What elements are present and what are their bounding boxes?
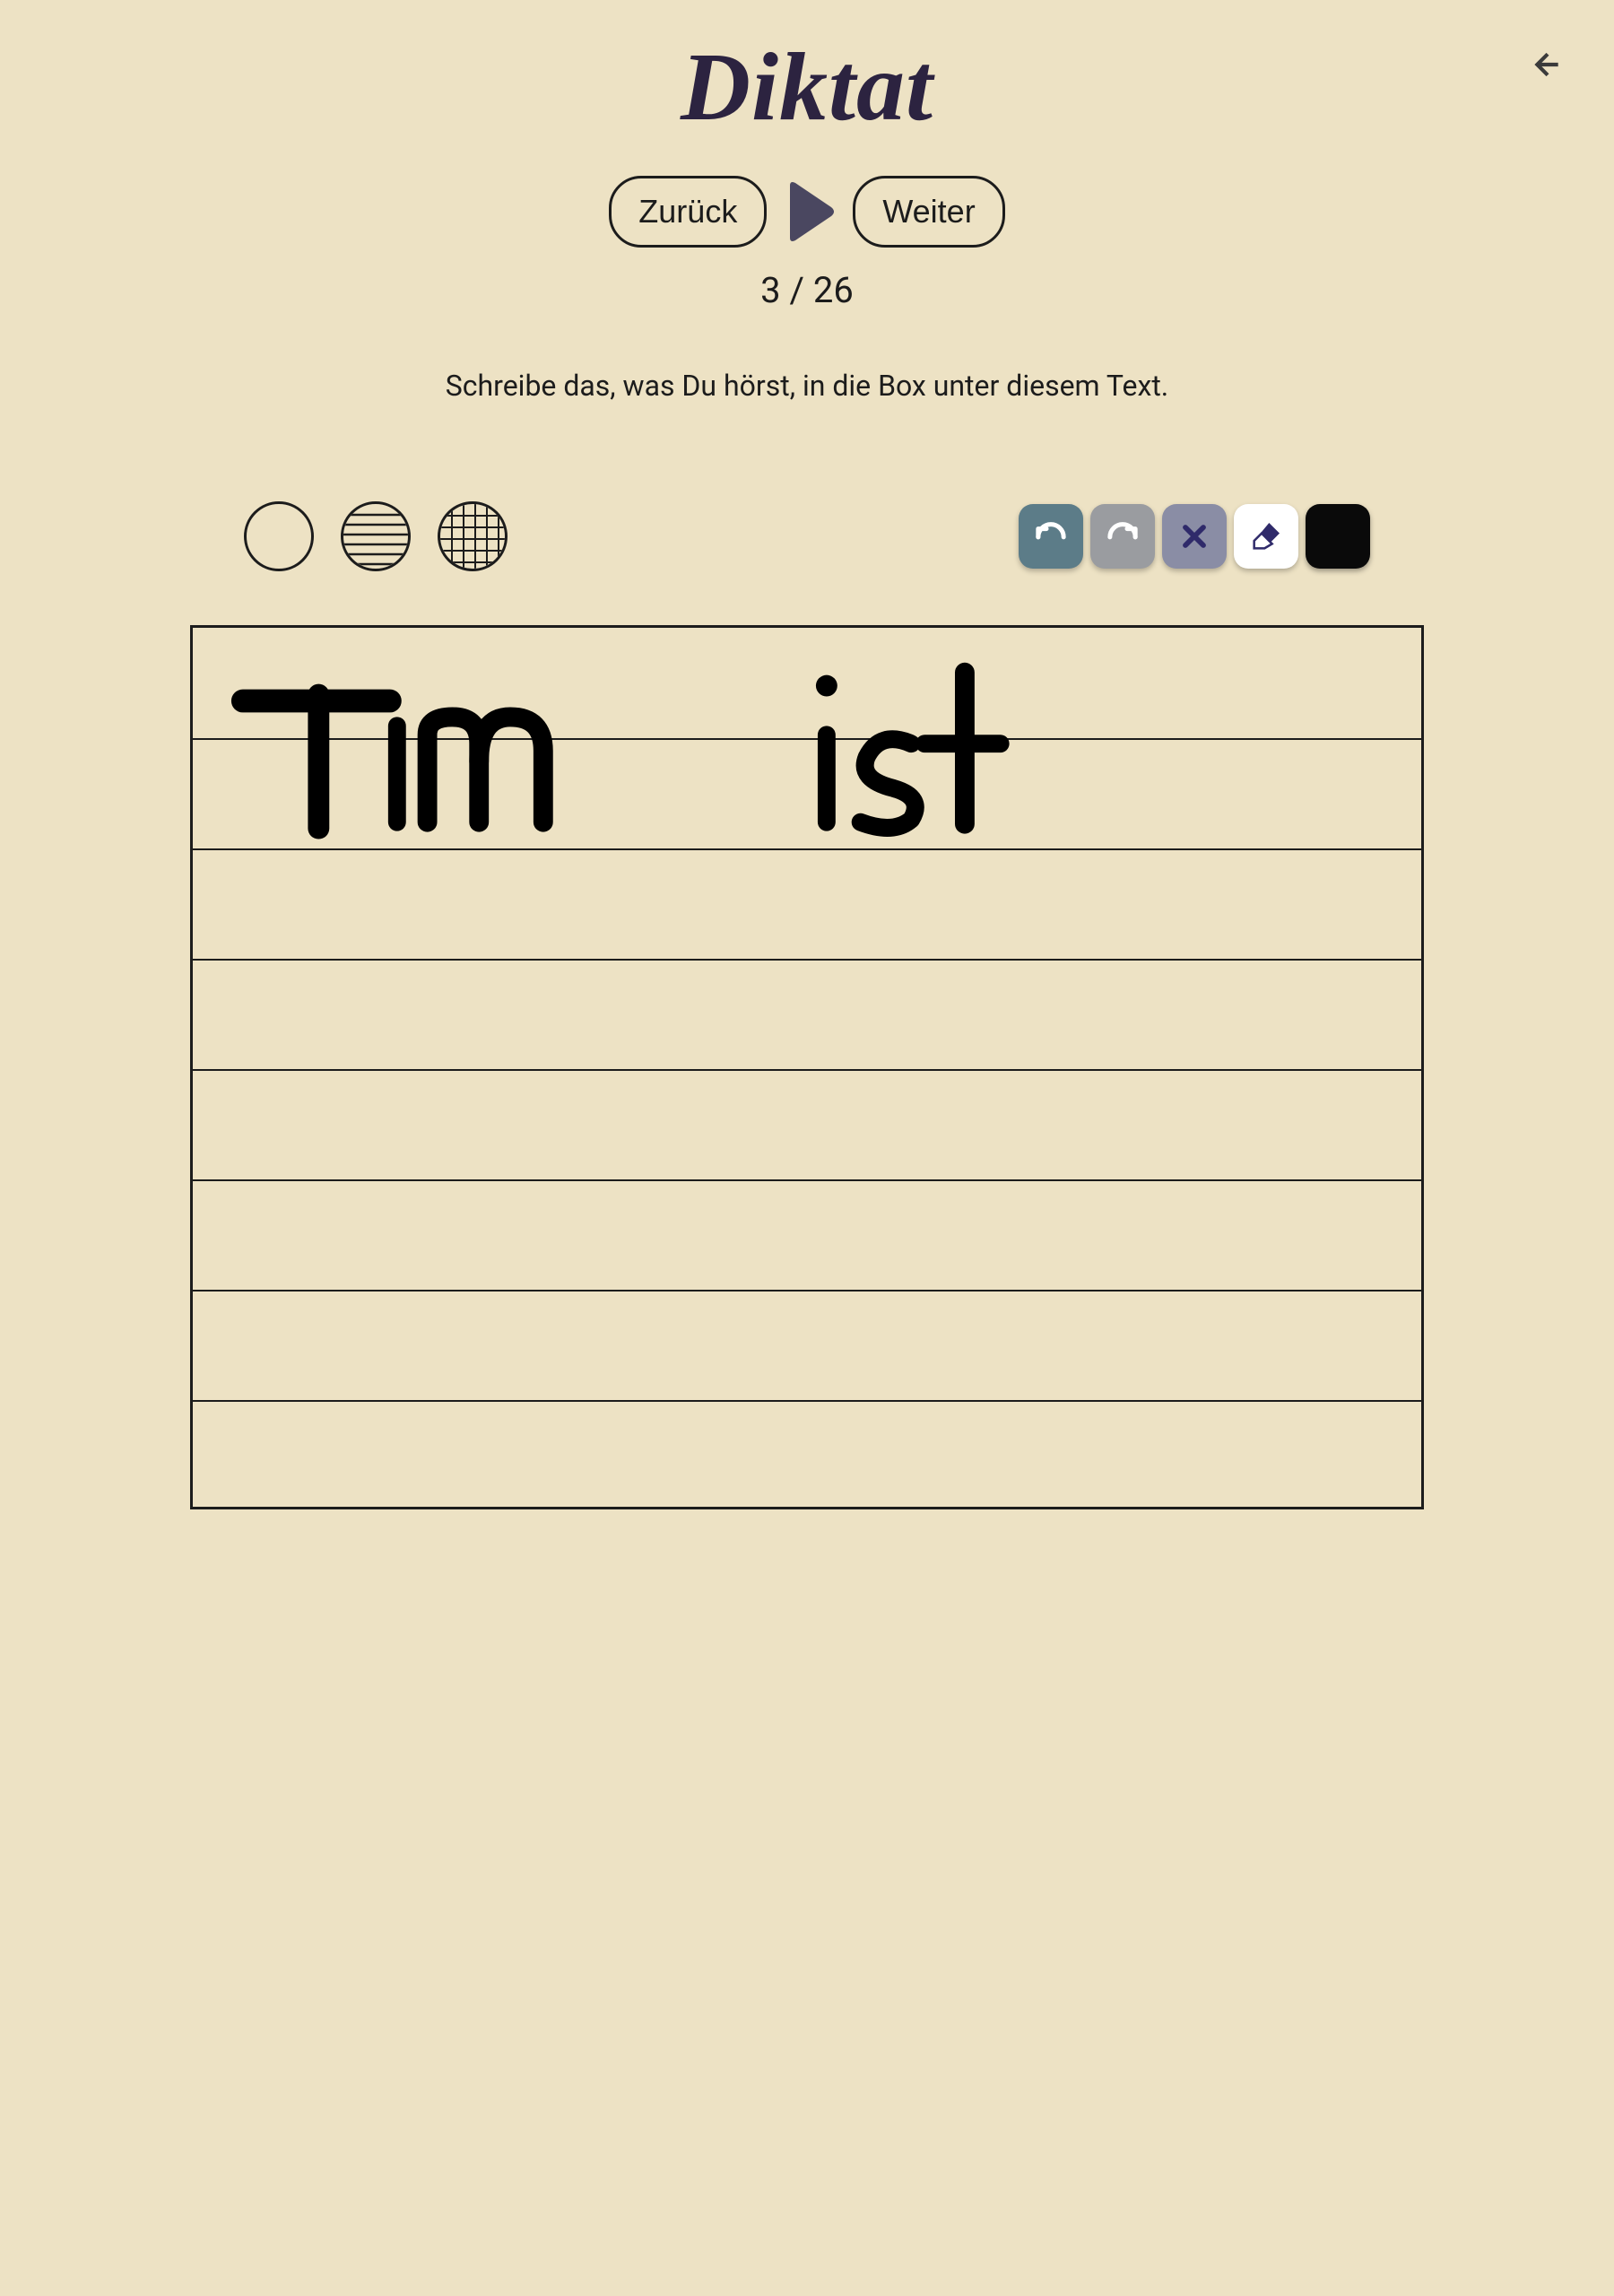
progress-indicator: 3 / 26 [760,269,854,311]
background-grid-button[interactable] [438,501,508,571]
playback-controls: Zurück Weiter [609,176,1004,248]
page-title: Diktat [681,32,933,144]
back-arrow-button[interactable] [1526,43,1569,86]
ruled-line [193,1290,1421,1292]
eraser-icon [1248,518,1284,554]
play-button[interactable] [783,180,837,243]
close-icon [1176,518,1212,554]
next-button[interactable]: Weiter [853,176,1004,248]
ruled-line [193,848,1421,850]
play-icon [783,180,837,243]
color-picker-button[interactable] [1306,504,1370,569]
instruction-text: Schreibe das, was Du hörst, in die Box u… [446,369,1168,403]
background-blank-button[interactable] [244,501,314,571]
writing-canvas[interactable] [190,625,1424,1509]
previous-button[interactable]: Zurück [609,176,767,248]
redo-button[interactable] [1090,504,1155,569]
undo-button[interactable] [1019,504,1083,569]
edit-tool-group [1019,504,1424,569]
grid-icon [440,504,508,571]
redo-icon [1105,518,1141,554]
background-lines-button[interactable] [341,501,411,571]
arrow-left-icon [1530,47,1566,83]
ruled-line [193,1179,1421,1181]
undo-icon [1033,518,1069,554]
ruled-line [193,959,1421,961]
handwriting-strokes [193,628,1421,1507]
eraser-button[interactable] [1234,504,1298,569]
ruled-line [193,738,1421,740]
ruled-line [193,1400,1421,1402]
ruled-line [193,1069,1421,1071]
clear-button[interactable] [1162,504,1227,569]
lines-icon [343,504,411,571]
background-pattern-group [190,501,508,571]
